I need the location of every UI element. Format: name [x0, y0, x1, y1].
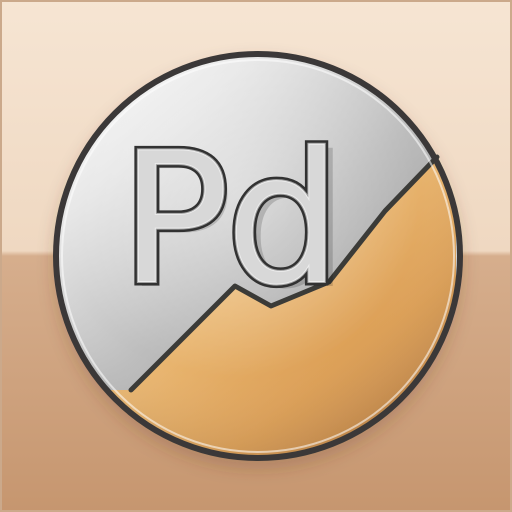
pd-letters-highlight: Pd	[120, 113, 337, 325]
pd-app-icon: Pd Pd Pd	[0, 0, 512, 512]
pd-letter-group: Pd Pd Pd	[117, 110, 350, 330]
